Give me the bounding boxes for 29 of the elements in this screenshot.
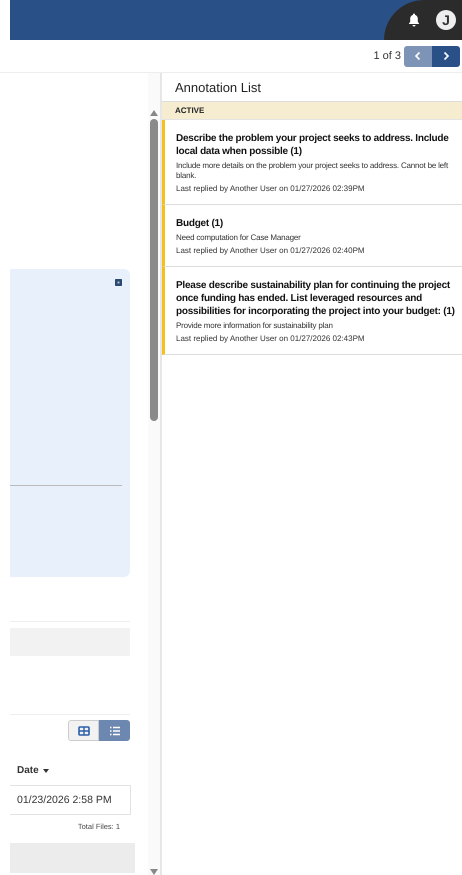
annotation-title: Describe the problem your project seeks to address. Include local data when possible (1): [176, 132, 450, 158]
collapse-icon[interactable]: [115, 279, 122, 286]
annotation-comment: Provide more information for sustainability plan: [176, 321, 334, 331]
annotation-meta: Last replied by Another User on 01/27/2026 02:39PM: [176, 184, 366, 194]
scrollbar[interactable]: [148, 73, 160, 875]
column-header[interactable]: Date: [17, 765, 148, 776]
annotation-comment: Need computation for Case Manager: [176, 233, 302, 243]
annotation-title: Please describe sustainability plan for continuing the project once funding has ended. List leveraged resources and possibilities for incorporating the project into your budget: (1): [176, 279, 456, 318]
next-button[interactable]: [432, 46, 460, 66]
table-cell: 01/23/2026 2:58 PM: [10, 785, 131, 815]
section-header: ACTIVE: [162, 102, 462, 120]
scrollbar-thumb[interactable]: [150, 119, 158, 421]
annotation-title: Budget (1): [176, 217, 224, 230]
page-count: 1 of 3: [373, 50, 401, 62]
user-avatar[interactable]: J: [436, 10, 456, 30]
annotation-item[interactable]: [162, 267, 462, 355]
list-view-button[interactable]: [99, 720, 130, 741]
annotation-item[interactable]: Budget (1) Need computation for Case Manager Last replied by Another User on 01/27/2026 02:40PM: [162, 205, 462, 267]
annotation-meta: Last replied by Another User on 01/27/2026 02:40PM: [176, 246, 366, 256]
annotation-comment: Include more details on the problem your project seeks to address. Cannot be left blank.: [176, 161, 450, 181]
annotation-meta: Last replied by Another User on 01/27/2026 02:43PM: [176, 334, 366, 344]
list-icon: [108, 726, 120, 736]
annotation-item[interactable]: [162, 120, 462, 205]
grid-view-button[interactable]: [68, 720, 99, 741]
scroll-down-icon[interactable]: [150, 869, 158, 875]
bell-icon[interactable]: [406, 12, 422, 28]
chevron-left-icon: [413, 51, 423, 61]
chevron-right-icon: [441, 51, 451, 61]
grid-icon: [78, 726, 90, 736]
